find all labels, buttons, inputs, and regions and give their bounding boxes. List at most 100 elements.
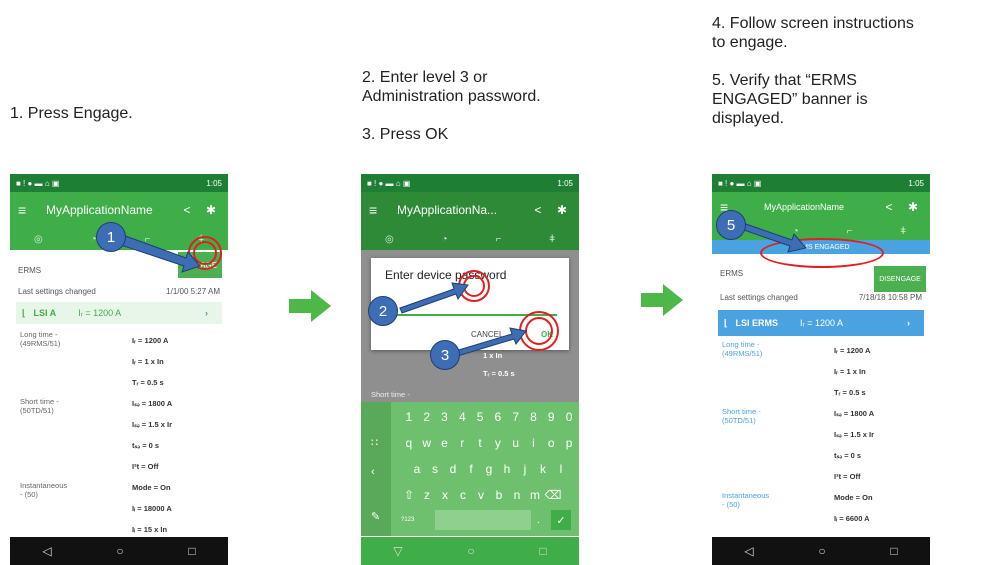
back-icon[interactable]: ◁ xyxy=(744,544,753,558)
param-value: Tᵣ = 0.5 s xyxy=(834,388,866,397)
lsi-label: LSI ERMS xyxy=(735,318,779,328)
key[interactable]: x xyxy=(437,484,453,506)
status-bar: ■ ! ● ▬ ⌂ ▣ 1:05 xyxy=(10,174,228,192)
shift-key[interactable]: ⇧ xyxy=(401,484,417,506)
back-icon[interactable]: ◁ xyxy=(42,544,51,558)
caption-step-1: 1. Press Engage. xyxy=(10,105,133,122)
tab-overview-icon[interactable]: ◎ xyxy=(385,234,394,245)
back-icon[interactable]: ▽ xyxy=(393,544,402,558)
symbols-key[interactable]: ?123 xyxy=(401,517,429,523)
key[interactable]: c xyxy=(455,484,471,506)
key[interactable]: t xyxy=(472,432,488,454)
collapse-icon[interactable]: ‹ xyxy=(371,466,375,478)
tab-curve-icon[interactable]: ⌐ xyxy=(495,234,501,245)
short-time-label: Short time - (50TD/51) xyxy=(20,397,59,415)
key-row-space: ?123 . ✓ xyxy=(401,510,579,530)
period-key[interactable]: . xyxy=(537,515,551,526)
param-value: I²t = Off xyxy=(132,462,159,471)
recents-icon[interactable]: □ xyxy=(188,544,195,558)
hamburger-menu-icon[interactable]: ≡ xyxy=(369,202,385,218)
lsi-card-header[interactable]: ⌊ LSI A Iᵣ = 1200 A › xyxy=(16,302,222,324)
key[interactable]: r xyxy=(454,432,470,454)
tab-curve-icon[interactable]: ⌐ xyxy=(846,226,852,237)
share-icon[interactable]: < xyxy=(880,200,898,214)
key[interactable]: o xyxy=(543,432,559,454)
key[interactable]: m xyxy=(527,484,543,506)
key-row-middle: a s d f g h j k l xyxy=(409,458,579,480)
param-value: Mode = On xyxy=(132,483,171,492)
notification-icons: ■ ! ● ▬ ⌂ ▣ xyxy=(16,178,60,188)
key[interactable]: 2 xyxy=(419,406,435,428)
key[interactable]: y xyxy=(490,432,506,454)
key[interactable]: 3 xyxy=(437,406,453,428)
key[interactable]: s xyxy=(427,458,443,480)
tab-settings-icon[interactable]: ǂ xyxy=(549,234,555,245)
param-value: I²t = Off xyxy=(834,472,861,481)
recents-icon[interactable]: □ xyxy=(539,544,546,558)
curve-icon: ⌊ xyxy=(724,317,728,328)
key[interactable]: z xyxy=(419,484,435,506)
key[interactable]: 1 xyxy=(401,406,417,428)
param-value: Tᵣ = 0.5 s xyxy=(132,378,164,387)
key[interactable]: 0 xyxy=(561,406,577,428)
key[interactable]: l xyxy=(553,458,569,480)
key[interactable]: 5 xyxy=(472,406,488,428)
key-row-bottom: ⇧ z x c v b n m ⌫ xyxy=(401,484,579,506)
keyboard-side-panel: ∷ ‹ ✎ xyxy=(361,402,391,536)
long-time-label: Long time - (49RMS/51) xyxy=(20,330,61,348)
key[interactable]: w xyxy=(419,432,435,454)
key[interactable]: d xyxy=(445,458,461,480)
lsi-card-header[interactable]: ⌊ LSI ERMS Iᵣ = 1200 A › xyxy=(718,310,924,336)
key[interactable]: e xyxy=(437,432,453,454)
next-step-arrow-icon xyxy=(289,290,331,322)
tab-curve-icon[interactable]: ⌐ xyxy=(144,234,150,245)
cancel-button[interactable]: CANCEL xyxy=(471,330,503,339)
tab-measure-icon[interactable]: ◔ xyxy=(442,234,448,245)
key[interactable]: 6 xyxy=(490,406,506,428)
home-icon[interactable]: ○ xyxy=(467,544,474,558)
share-icon[interactable]: < xyxy=(529,203,547,217)
bluetooth-icon[interactable]: ✱ xyxy=(202,203,220,217)
key[interactable]: i xyxy=(526,432,542,454)
backspace-key[interactable]: ⌫ xyxy=(545,484,562,506)
bluetooth-icon[interactable]: ✱ xyxy=(904,200,922,214)
key[interactable]: f xyxy=(463,458,479,480)
highlight-ring xyxy=(525,317,553,345)
enter-key-icon[interactable]: ✓ xyxy=(551,510,571,530)
key[interactable]: h xyxy=(499,458,515,480)
key[interactable]: 4 xyxy=(454,406,470,428)
lsi-value: Iᵣ = 1200 A xyxy=(800,318,843,328)
key[interactable]: p xyxy=(561,432,577,454)
key[interactable]: 8 xyxy=(526,406,542,428)
home-icon[interactable]: ○ xyxy=(116,544,123,558)
key[interactable]: k xyxy=(535,458,551,480)
status-time: 1:05 xyxy=(206,178,222,188)
tab-overview-icon[interactable]: ◎ xyxy=(34,234,43,245)
key[interactable]: n xyxy=(509,484,525,506)
param-value: tₛₔ = 0 s xyxy=(132,441,160,450)
home-icon[interactable]: ○ xyxy=(818,544,825,558)
key[interactable]: v xyxy=(473,484,489,506)
disengage-button[interactable]: DISENGAGE xyxy=(874,266,926,292)
share-icon[interactable]: < xyxy=(178,203,196,217)
key[interactable]: 9 xyxy=(543,406,559,428)
bluetooth-icon[interactable]: ✱ xyxy=(553,203,571,217)
param-value: Iᵢ = 18000 A xyxy=(132,504,172,513)
space-bar[interactable] xyxy=(435,510,531,530)
param-value: Iₛₔ = 1.5 x Ir xyxy=(132,420,173,429)
key[interactable]: a xyxy=(409,458,425,480)
key[interactable]: j xyxy=(517,458,533,480)
key[interactable]: u xyxy=(508,432,524,454)
key[interactable]: b xyxy=(491,484,507,506)
key[interactable]: q xyxy=(401,432,417,454)
param-value: Iₛₔ = 1800 A xyxy=(132,399,173,408)
recents-icon[interactable]: □ xyxy=(890,544,897,558)
emoji-icon[interactable]: ∷ xyxy=(371,436,378,449)
hamburger-menu-icon[interactable]: ≡ xyxy=(18,202,34,218)
phone-screenshot-engaged: ■ ! ● ▬ ⌂ ▣ 1:05 ≡ MyApplicationName < ✱… xyxy=(712,174,930,565)
tab-settings-icon[interactable]: ǂ xyxy=(900,226,906,237)
edit-icon[interactable]: ✎ xyxy=(371,510,380,523)
tab-measure-icon[interactable]: ◔ xyxy=(793,226,799,237)
key[interactable]: g xyxy=(481,458,497,480)
key[interactable]: 7 xyxy=(508,406,524,428)
